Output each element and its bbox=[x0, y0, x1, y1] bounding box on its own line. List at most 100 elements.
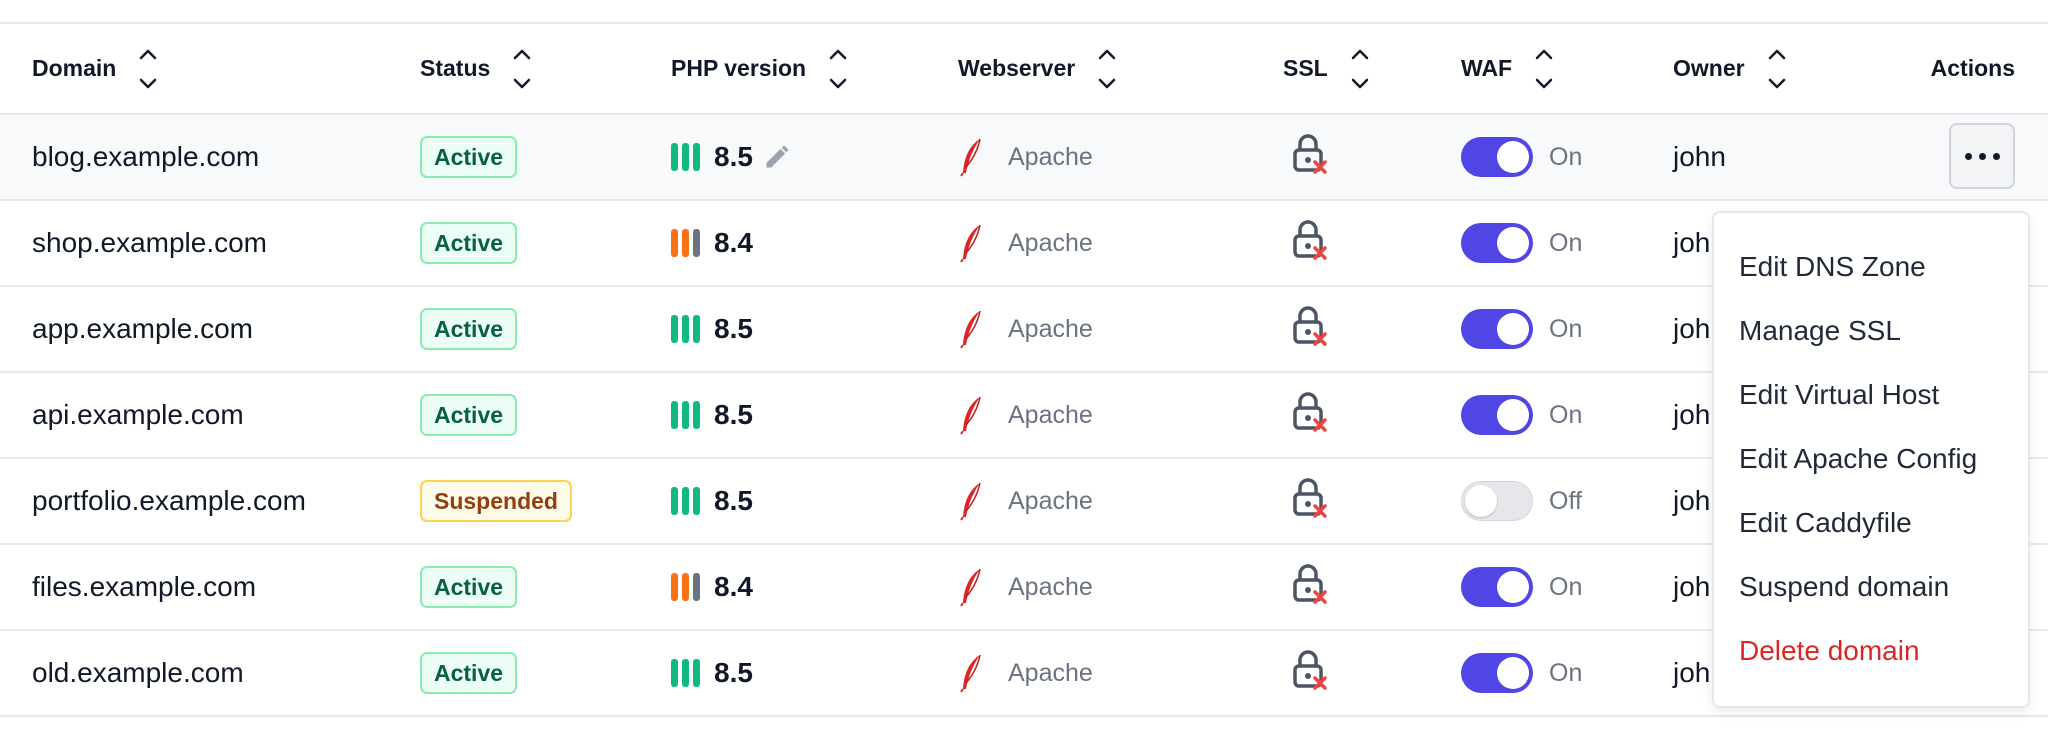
sort-icon[interactable] bbox=[1534, 46, 1554, 92]
col-actions: Actions bbox=[1929, 24, 2048, 115]
waf-cell: On bbox=[1461, 286, 1673, 373]
lock-error-icon[interactable] bbox=[1289, 563, 1329, 604]
php-health-icon bbox=[671, 315, 700, 343]
menu-item-delete-domain[interactable]: Delete domain bbox=[1714, 631, 2028, 695]
php-cell: 8.5 bbox=[671, 286, 958, 373]
lock-error-icon[interactable] bbox=[1289, 133, 1329, 174]
col-ssl[interactable]: SSL bbox=[1283, 24, 1461, 115]
lock-error-icon[interactable] bbox=[1289, 305, 1329, 346]
lock-error-icon[interactable] bbox=[1289, 219, 1329, 260]
status-cell: Active bbox=[420, 544, 671, 631]
waf-cell: Off bbox=[1461, 458, 1673, 545]
apache-feather-icon bbox=[960, 310, 981, 349]
menu-item-manage-ssl[interactable]: Manage SSL bbox=[1714, 311, 2028, 375]
php-health-icon bbox=[671, 401, 700, 429]
sort-icon[interactable] bbox=[1097, 46, 1117, 92]
row-actions-button[interactable] bbox=[1949, 123, 2015, 189]
waf-toggle[interactable] bbox=[1461, 137, 1533, 177]
ssl-cell[interactable] bbox=[1283, 630, 1461, 717]
php-version: 8.5 bbox=[714, 399, 753, 430]
ssl-cell[interactable] bbox=[1283, 114, 1461, 201]
pencil-icon[interactable] bbox=[763, 143, 791, 171]
status-cell: Active bbox=[420, 372, 671, 459]
domain-cell[interactable]: app.example.com bbox=[0, 286, 420, 373]
webserver-cell: Apache bbox=[958, 630, 1283, 717]
ssl-cell[interactable] bbox=[1283, 458, 1461, 545]
domain-cell[interactable]: files.example.com bbox=[0, 544, 420, 631]
webserver-cell: Apache bbox=[958, 458, 1283, 545]
php-version: 8.5 bbox=[714, 657, 753, 688]
php-version: 8.5 bbox=[714, 313, 753, 344]
status-badge: Suspended bbox=[420, 480, 572, 522]
waf-cell: On bbox=[1461, 372, 1673, 459]
status-badge: Active bbox=[420, 222, 518, 264]
domain-cell[interactable]: shop.example.com bbox=[0, 200, 420, 287]
waf-cell: On bbox=[1461, 544, 1673, 631]
col-status[interactable]: Status bbox=[420, 24, 671, 115]
php-cell: 8.5 bbox=[671, 372, 958, 459]
waf-cell: On bbox=[1461, 200, 1673, 287]
domain-cell[interactable]: api.example.com bbox=[0, 372, 420, 459]
php-cell: 8.5 bbox=[671, 458, 958, 545]
ssl-cell[interactable] bbox=[1283, 544, 1461, 631]
status-badge: Active bbox=[420, 652, 518, 694]
apache-feather-icon bbox=[960, 138, 981, 177]
webserver-cell: Apache bbox=[958, 286, 1283, 373]
sort-icon[interactable] bbox=[1767, 46, 1787, 92]
waf-toggle[interactable] bbox=[1461, 653, 1533, 693]
waf-toggle[interactable] bbox=[1461, 223, 1533, 263]
status-badge: Active bbox=[420, 308, 518, 350]
status-cell: Suspended bbox=[420, 458, 671, 545]
actions-dropdown-menu: Edit DNS Zone Manage SSL Edit Virtual Ho… bbox=[1712, 211, 2030, 708]
table-header: Domain Status PHP version Webserver SSL … bbox=[0, 24, 2048, 115]
sort-icon[interactable] bbox=[512, 46, 532, 92]
waf-toggle[interactable] bbox=[1461, 481, 1533, 521]
status-badge: Active bbox=[420, 566, 518, 608]
menu-item-edit-virtual-host[interactable]: Edit Virtual Host bbox=[1714, 375, 2028, 439]
status-cell: Active bbox=[420, 114, 671, 201]
col-waf[interactable]: WAF bbox=[1461, 24, 1673, 115]
waf-cell: On bbox=[1461, 630, 1673, 717]
php-version: 8.5 bbox=[714, 141, 753, 172]
waf-toggle[interactable] bbox=[1461, 395, 1533, 435]
dot-icon bbox=[1978, 152, 1986, 160]
php-cell: 8.5 bbox=[671, 114, 958, 201]
col-domain[interactable]: Domain bbox=[0, 24, 420, 115]
menu-item-edit-caddyfile[interactable]: Edit Caddyfile bbox=[1714, 503, 2028, 567]
apache-feather-icon bbox=[960, 654, 981, 693]
domain-cell[interactable]: old.example.com bbox=[0, 630, 420, 717]
table-row[interactable]: blog.example.com Active 8.5 Apache On jo… bbox=[0, 114, 2048, 201]
webserver-cell: Apache bbox=[958, 200, 1283, 287]
webserver-cell: Apache bbox=[958, 114, 1283, 201]
sort-icon[interactable] bbox=[828, 46, 848, 92]
menu-item-edit-apache-config[interactable]: Edit Apache Config bbox=[1714, 439, 2028, 503]
sort-icon[interactable] bbox=[138, 46, 158, 92]
php-version: 8.4 bbox=[714, 227, 753, 258]
status-badge: Active bbox=[420, 136, 518, 178]
col-owner[interactable]: Owner bbox=[1673, 24, 1929, 115]
status-cell: Active bbox=[420, 200, 671, 287]
ssl-cell[interactable] bbox=[1283, 200, 1461, 287]
col-php-version[interactable]: PHP version bbox=[671, 24, 958, 115]
php-version: 8.5 bbox=[714, 485, 753, 516]
menu-item-edit-dns-zone[interactable]: Edit DNS Zone bbox=[1714, 247, 2028, 311]
php-cell: 8.4 bbox=[671, 200, 958, 287]
menu-item-suspend-domain[interactable]: Suspend domain bbox=[1714, 567, 2028, 631]
php-cell: 8.5 bbox=[671, 630, 958, 717]
domain-cell[interactable]: blog.example.com bbox=[0, 114, 420, 201]
apache-feather-icon bbox=[960, 396, 981, 435]
ssl-cell[interactable] bbox=[1283, 372, 1461, 459]
waf-toggle[interactable] bbox=[1461, 309, 1533, 349]
lock-error-icon[interactable] bbox=[1289, 391, 1329, 432]
webserver-cell: Apache bbox=[958, 544, 1283, 631]
col-webserver[interactable]: Webserver bbox=[958, 24, 1283, 115]
waf-cell: On bbox=[1461, 114, 1673, 201]
lock-error-icon[interactable] bbox=[1289, 649, 1329, 690]
sort-icon[interactable] bbox=[1350, 46, 1370, 92]
apache-feather-icon bbox=[960, 224, 981, 263]
domain-cell[interactable]: portfolio.example.com bbox=[0, 458, 420, 545]
lock-error-icon[interactable] bbox=[1289, 477, 1329, 518]
ssl-cell[interactable] bbox=[1283, 286, 1461, 373]
waf-toggle[interactable] bbox=[1461, 567, 1533, 607]
status-cell: Active bbox=[420, 630, 671, 717]
